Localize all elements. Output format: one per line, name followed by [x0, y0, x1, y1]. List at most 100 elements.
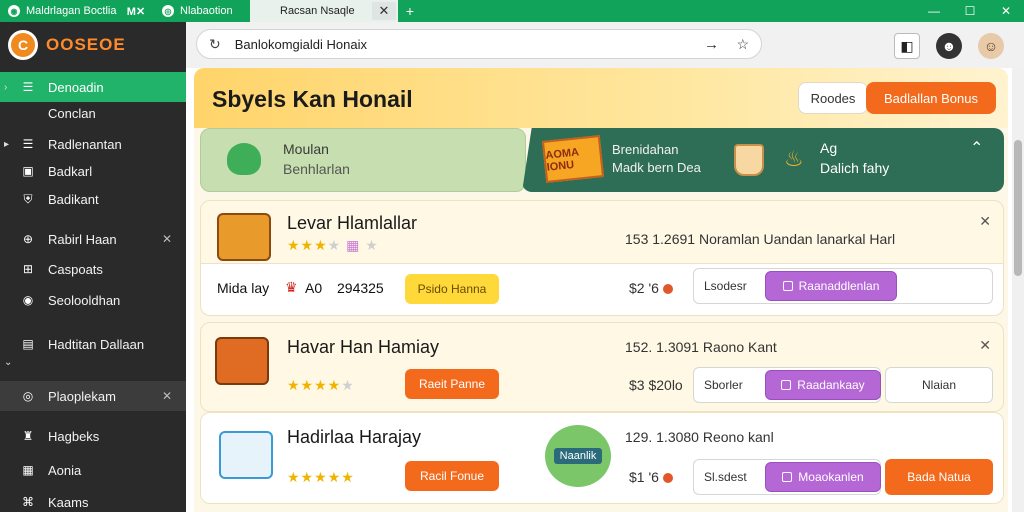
game-meta: 152. 1.3091 Raono Kant	[625, 339, 777, 355]
close-icon[interactable]: ✕	[979, 213, 991, 230]
sidebar-item-plaoplekam[interactable]: ◎ Plaoplekam ✕	[0, 381, 186, 411]
badge-label: Naanlik	[553, 448, 603, 464]
scrollbar-thumb[interactable]	[1014, 140, 1022, 276]
row-code: A0	[305, 280, 323, 296]
minimize-button[interactable]: —	[916, 0, 952, 22]
sidebar-item-label: Radlenantan	[48, 136, 122, 152]
price: $3 $20lo	[629, 377, 683, 393]
page-header: Sbyels Kan Honail Roodes Badlallan Bonus	[194, 68, 1008, 128]
game-card-1[interactable]: Levar Hlamlallar ★★★★ ▦ ★ 153 1.2691 Nor…	[200, 200, 1004, 316]
purple-action-button[interactable]: Moaokanlen	[765, 462, 881, 492]
sidebar-item-rabirl-haan[interactable]: ⊕ Rabirl Haan ✕	[0, 224, 186, 254]
field-label: Nlaian	[921, 378, 957, 392]
sidebar-item-label: Plaoplekam	[48, 388, 116, 404]
game-thumbnail	[217, 213, 271, 261]
chevron-right-icon: ›	[4, 81, 8, 93]
purple-action-button[interactable]: Raanaddlenlan	[765, 271, 897, 301]
sidebar-item-aonia[interactable]: ▦ Aonia	[0, 455, 186, 485]
reload-icon[interactable]: ↻	[209, 36, 221, 53]
star-rating: ★★★★★	[287, 469, 355, 485]
go-arrow-icon[interactable]: →	[704, 36, 719, 53]
game-thumbnail	[215, 337, 269, 385]
game-meta: 153 1.2691 Noramlan Uandan lanarkal Harl	[625, 231, 896, 247]
close-tab-button[interactable]: ✕	[372, 2, 396, 20]
circle-icon: ◉	[22, 293, 34, 307]
image-icon: ▦	[22, 463, 34, 477]
field-label: Sl.sdest	[704, 470, 747, 484]
sidebar-expand-toggle[interactable]: ⌄	[0, 354, 186, 370]
sidebar-item-hagbeks[interactable]: ♜ Hagbeks	[0, 421, 186, 451]
price-text: $2 '6	[629, 280, 659, 296]
logo-text: OOSEOE	[46, 35, 126, 54]
bookmark-star-icon[interactable]: ☆	[736, 36, 749, 53]
coin-icon	[662, 473, 673, 484]
promo-badge: AOMA IONU	[541, 135, 605, 183]
new-tab-button[interactable]: +	[400, 0, 420, 22]
tab-favicon-icon: ◎	[162, 5, 174, 17]
sidebar-item-badkarl[interactable]: ▣ Badkarl	[0, 156, 186, 186]
window-close-button[interactable]: ✕	[988, 0, 1024, 22]
row-label: Mida lay	[217, 280, 270, 296]
sidebar-item-label: Badikant	[48, 191, 99, 207]
play-button[interactable]: Racil Fonue	[405, 461, 499, 491]
bonus-button[interactable]: Badlallan Bonus	[866, 82, 996, 114]
sidebar-item-label: Badkarl	[48, 163, 93, 179]
game-thumbnail	[219, 431, 273, 479]
robot-icon[interactable]: ☻	[936, 33, 962, 59]
secondary-button[interactable]: Roodes	[798, 82, 868, 114]
logo-icon: C	[8, 30, 38, 60]
sidebar-item-label: Kaams	[48, 494, 89, 510]
sidebar-item-caspoats[interactable]: ⊞ Caspoats	[0, 254, 186, 284]
app-logo[interactable]: C OOSEOE	[8, 30, 126, 60]
sidebar-item-seolooldhan[interactable]: ◉ Seolooldhan	[0, 285, 186, 315]
page-title: Sbyels Kan Honail	[212, 86, 413, 112]
chevron-down-icon: ⌄	[4, 356, 13, 368]
tag-icon: ⌘	[22, 495, 34, 509]
category-badge: Naanlik	[545, 425, 611, 487]
extra-field[interactable]: Nlaian	[885, 367, 993, 403]
purple-action-button[interactable]: Raadankaay	[765, 370, 881, 400]
tab-label: Maldrlagan Boctlia	[26, 5, 117, 17]
field-label: Sborler	[704, 378, 743, 392]
chevron-right-icon: ▸	[4, 138, 10, 150]
scrollbar[interactable]	[1012, 68, 1024, 512]
price-text: $1 '6	[629, 469, 659, 485]
game-card-2[interactable]: Havar Han Hamiay ★★★★★ Raeit Panne 152. …	[200, 322, 1004, 412]
crown-icon: ♛	[285, 279, 298, 295]
game-title: Levar Hlamlallar	[287, 213, 418, 233]
sidebar: C OOSEOE › ☰ Denoadin Conclan ▸ ☰ Radlen…	[0, 22, 186, 512]
browser-tab-2[interactable]: M✕	[118, 0, 154, 22]
field-label: Lsodesr	[704, 279, 747, 293]
sidebar-item-kaams[interactable]: ⌘ Kaams	[0, 487, 186, 512]
sidebar-item-label: Hadtitan Dallaan	[48, 336, 145, 352]
sidebar-subitem[interactable]: Conclan	[48, 106, 96, 121]
puzzle-extension-icon[interactable]: ◧	[894, 33, 920, 59]
browser-tab-3[interactable]: ◎ Nlabaotion	[154, 0, 250, 22]
chevron-up-icon[interactable]: ⌃	[970, 138, 983, 158]
sidebar-item-denoadin[interactable]: › ☰ Denoadin	[0, 72, 186, 102]
close-icon[interactable]: ✕	[979, 337, 991, 354]
grid-icon: ▣	[22, 164, 34, 178]
sidebar-item-badikant[interactable]: ⛨ Badikant	[0, 184, 186, 214]
promo-banner-left[interactable]: Moulan Benhlarlan	[200, 128, 526, 192]
document-icon: ▤	[22, 337, 34, 351]
avatar[interactable]: ☺	[978, 33, 1004, 59]
game-meta: 129. 1.3080 Reono kanl	[625, 429, 774, 445]
browser-tab-1[interactable]: ◉ Maldrlagan Boctlia	[0, 0, 118, 22]
address-bar[interactable]: ↻ Banlokomgialdi Honaix → ☆	[196, 29, 762, 59]
maximize-button[interactable]: ☐	[952, 0, 988, 22]
coin-icon	[662, 284, 673, 295]
game-card-3[interactable]: Hadirlaa Harajay ★★★★★ Naanlik Racil Fon…	[200, 412, 1004, 504]
promo-banner-right[interactable]: AOMA IONU Brenidahan Madk bern Dea ♨ Ag …	[522, 128, 1004, 192]
play-button[interactable]: Raeit Panne	[405, 369, 499, 399]
sidebar-item-label: Aonia	[48, 462, 82, 478]
close-icon[interactable]: ✕	[162, 389, 172, 403]
shield-icon: ⛨	[23, 191, 33, 206]
play-button[interactable]: Psido Hanna	[405, 274, 499, 304]
address-url[interactable]: Banlokomgialdi Honaix	[235, 37, 367, 52]
close-icon[interactable]: ✕	[162, 232, 172, 246]
browser-toolbar: ↻ Banlokomgialdi Honaix → ☆ ◧ ☻ ☺	[186, 22, 1024, 68]
banner-line3: Ag	[820, 140, 838, 156]
claim-button[interactable]: Bada Natua	[885, 459, 993, 495]
sidebar-item-radlenantan[interactable]: ▸ ☰ Radlenantan	[0, 129, 186, 159]
